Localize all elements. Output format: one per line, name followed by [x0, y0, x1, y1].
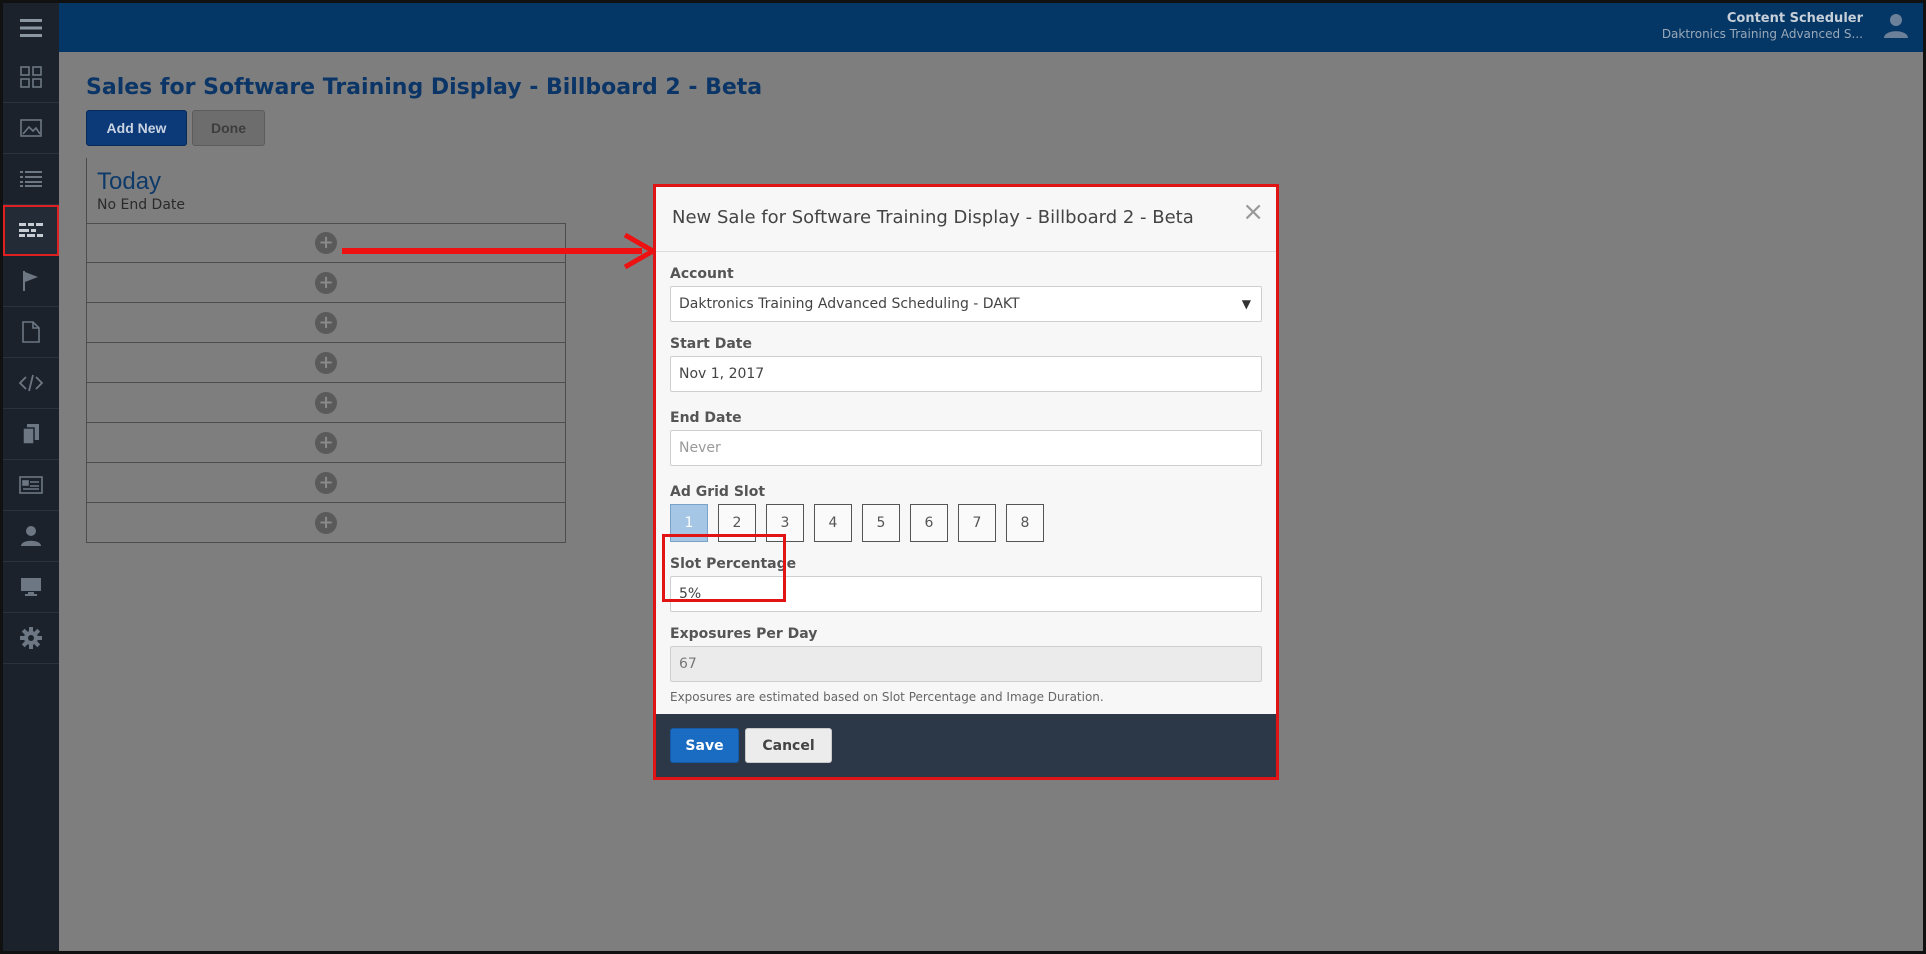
done-button[interactable]: Done — [192, 110, 265, 146]
exposures-label: Exposures Per Day — [670, 626, 818, 642]
slot-percentage-group: Slot Percentage 5% — [662, 534, 1262, 612]
sidebar-item-cards[interactable] — [3, 460, 59, 511]
modal-body: Account Daktronics Training Advanced Sch… — [656, 252, 1276, 704]
save-button[interactable]: Save — [670, 728, 739, 763]
slot-row: + — [86, 343, 566, 383]
list-icon — [20, 171, 42, 187]
slot-button-8[interactable]: 8 — [1006, 504, 1044, 542]
slot-button-2[interactable]: 2 — [718, 504, 756, 542]
sidebar-item-copy[interactable] — [3, 409, 59, 460]
account-select-value: Daktronics Training Advanced Scheduling … — [679, 296, 1020, 312]
app-window: Content Scheduler Daktronics Training Ad… — [0, 0, 1926, 954]
image-icon — [20, 119, 42, 137]
slot-button-5[interactable]: 5 — [862, 504, 900, 542]
document-icon — [22, 321, 40, 343]
exposures-help-text: Exposures are estimated based on Slot Pe… — [670, 690, 1104, 704]
slot-row: + — [86, 263, 566, 303]
page-actions: Add New Done — [86, 110, 265, 146]
annotation-arrow-head — [623, 233, 655, 269]
add-slot-icon[interactable]: + — [315, 351, 337, 374]
sidebar-item-documents[interactable] — [3, 307, 59, 358]
dashboard-icon — [20, 66, 42, 88]
ad-grid-slot-group: 1 2 3 4 5 6 7 8 — [670, 504, 1262, 542]
ad-grid-icon — [19, 223, 43, 237]
sidebar-item-flags[interactable] — [3, 256, 59, 307]
slot-button-1[interactable]: 1 — [670, 504, 708, 542]
menu-toggle-button[interactable] — [3, 3, 59, 52]
slot-button-7[interactable]: 7 — [958, 504, 996, 542]
code-icon — [19, 374, 43, 392]
end-date-label: End Date — [670, 410, 742, 426]
start-date-label: Start Date — [670, 336, 752, 352]
slot-button-6[interactable]: 6 — [910, 504, 948, 542]
add-slot-icon[interactable]: + — [315, 431, 337, 454]
sidebar-item-dashboard[interactable] — [3, 52, 59, 103]
account-subtitle: Daktronics Training Advanced S... — [1661, 27, 1863, 41]
add-new-button[interactable]: Add New — [86, 110, 187, 146]
dropdown-caret-icon: ▼ — [1241, 297, 1251, 311]
modal-title: New Sale for Software Training Display -… — [672, 207, 1194, 228]
monitor-icon — [21, 578, 41, 596]
slot-row: + — [86, 423, 566, 463]
add-slot-icon[interactable]: + — [315, 271, 337, 294]
account-select[interactable]: Daktronics Training Advanced Scheduling … — [670, 286, 1262, 322]
sidebar-item-settings[interactable] — [3, 613, 59, 664]
card-icon — [19, 476, 43, 494]
top-bar: Content Scheduler Daktronics Training Ad… — [59, 3, 1923, 52]
slot-button-4[interactable]: 4 — [814, 504, 852, 542]
slot-button-3[interactable]: 3 — [766, 504, 804, 542]
slot-row: + — [86, 463, 566, 503]
slot-row: + — [86, 383, 566, 423]
annotation-arrow-line — [342, 248, 642, 254]
user-icon — [21, 526, 41, 546]
modal-footer: Save Cancel — [656, 714, 1276, 777]
sidebar-item-displays[interactable] — [3, 562, 59, 613]
add-slot-icon[interactable]: + — [315, 511, 337, 534]
ad-grid-slot-label: Ad Grid Slot — [670, 484, 766, 500]
slot-row: + — [86, 303, 566, 343]
sidebar-item-code[interactable] — [3, 358, 59, 409]
app-title: Content Scheduler — [1726, 11, 1863, 26]
add-slot-icon[interactable]: + — [315, 311, 337, 334]
modal-header: New Sale for Software Training Display -… — [656, 187, 1276, 252]
add-slot-icon[interactable]: + — [315, 232, 337, 254]
flag-icon — [23, 271, 38, 291]
copy-icon — [22, 424, 39, 445]
start-date-field[interactable]: Nov 1, 2017 — [670, 356, 1262, 392]
hamburger-icon — [20, 18, 42, 37]
sidebar-item-users[interactable] — [3, 511, 59, 562]
account-label: Account — [670, 266, 734, 282]
account-info[interactable]: Content Scheduler Daktronics Training Ad… — [1662, 11, 1863, 41]
schedule-heading: Today — [97, 168, 162, 195]
end-date-field[interactable]: Never — [670, 430, 1262, 466]
settings-icon — [20, 627, 42, 649]
schedule-header: Today No End Date — [86, 158, 566, 223]
sidebar-item-images[interactable] — [3, 103, 59, 154]
sidebar-item-playlists[interactable] — [3, 154, 59, 205]
add-slot-icon[interactable]: + — [315, 391, 337, 414]
slot-percentage-label: Slot Percentage — [670, 556, 797, 572]
slot-percentage-field[interactable]: 5% — [670, 576, 1262, 612]
avatar[interactable] — [1883, 13, 1909, 43]
new-sale-modal: New Sale for Software Training Display -… — [653, 184, 1279, 780]
schedule-subheading: No End Date — [97, 197, 186, 213]
slot-row: + — [86, 223, 566, 263]
sidebar-item-ad-grid[interactable] — [3, 205, 59, 256]
slot-row: + — [86, 503, 566, 543]
close-icon[interactable]: × — [1242, 199, 1264, 225]
user-avatar-icon — [1884, 14, 1908, 38]
schedule-panel: Today No End Date + + + + + + + + — [86, 158, 566, 543]
sidebar — [3, 3, 59, 951]
page-title: Sales for Software Training Display - Bi… — [86, 75, 763, 100]
cancel-button[interactable]: Cancel — [745, 728, 832, 763]
add-slot-icon[interactable]: + — [315, 471, 337, 494]
exposures-field: 67 — [670, 646, 1262, 682]
